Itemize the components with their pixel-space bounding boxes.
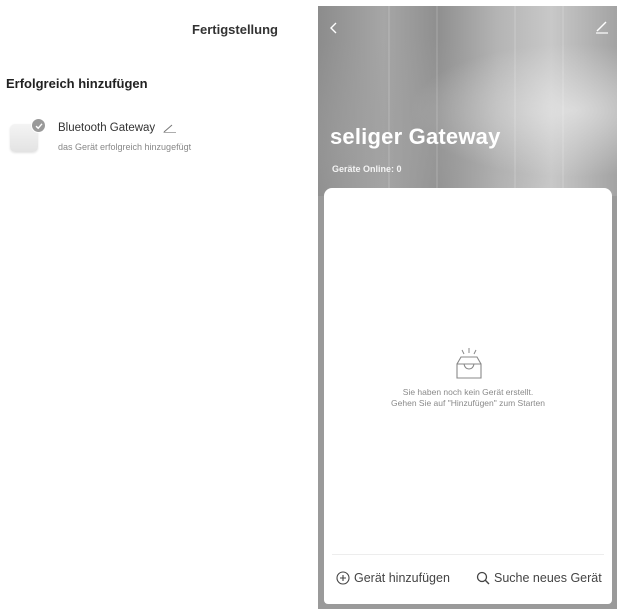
check-icon [31, 118, 46, 133]
search-icon [476, 571, 490, 585]
page-title: Fertigstellung [192, 22, 278, 37]
pencil-icon[interactable] [163, 123, 177, 133]
gateway-screen: seliger Gateway Geräte Online: 0 Sie hab… [318, 6, 617, 609]
add-device-button[interactable]: Gerät hinzufügen [336, 571, 450, 585]
empty-tray-icon [450, 346, 488, 382]
add-device-label: Gerät hinzufügen [354, 571, 450, 585]
device-status: das Gerät erfolgreich hinzugefügt [58, 142, 192, 152]
search-device-button[interactable]: Suche neues Gerät [476, 571, 602, 585]
device-card: Sie haben noch kein Gerät erstellt. Gehe… [324, 188, 612, 604]
section-title: Erfolgreich hinzufügen [6, 76, 148, 91]
pencil-icon[interactable] [595, 20, 609, 34]
divider [332, 554, 604, 555]
gateway-title: seliger Gateway [330, 124, 501, 149]
device-list-item[interactable]: Bluetooth Gateway das Gerät erfolgreich … [10, 118, 300, 158]
empty-state-message: Sie haben noch kein Gerät erstellt. [402, 387, 534, 397]
plus-circle-icon [336, 571, 350, 585]
online-count: Geräte Online: 0 [332, 164, 402, 174]
hero-banner: seliger Gateway Geräte Online: 0 [318, 6, 617, 196]
hero-decor [436, 6, 438, 196]
search-device-label: Suche neues Gerät [494, 571, 602, 585]
device-name: Bluetooth Gateway [58, 122, 156, 134]
empty-state-hint: Gehen Sie auf "Hinzufügen" zum Starten [391, 398, 545, 408]
chevron-left-icon[interactable] [326, 20, 342, 36]
hero-decor [562, 6, 564, 196]
device-name-row: Bluetooth Gateway [58, 122, 177, 134]
hero-decor [514, 6, 516, 196]
completion-screen: Fertigstellung Erfolgreich hinzufügen Bl… [0, 0, 310, 609]
